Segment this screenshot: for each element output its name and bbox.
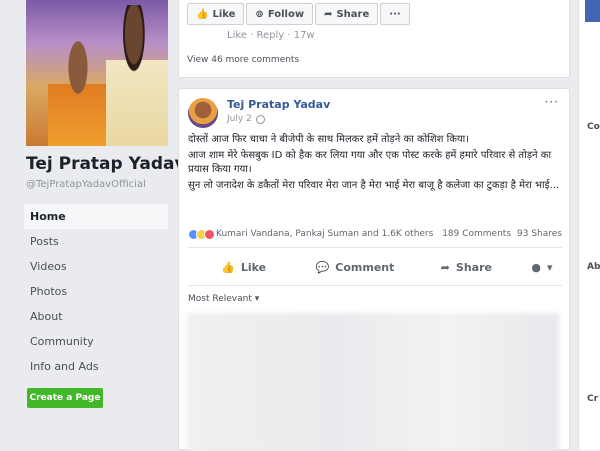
nav-item-home[interactable]: Home	[24, 204, 168, 229]
photo-person-left	[48, 40, 108, 146]
create-page-button[interactable]: Create a Page	[27, 388, 103, 408]
love-reaction-icon	[204, 228, 215, 240]
post-as-selector[interactable]: ● ▾	[522, 261, 562, 274]
comment-label: Comment	[335, 260, 395, 274]
page-action-bar: 👍 Like ⊚ Follow ➦ Share ···	[187, 3, 410, 25]
comment-meta[interactable]: Like · Reply · 17w	[227, 30, 315, 41]
post-date: July 2	[227, 114, 265, 124]
post-author[interactable]: Tej Pratap Yadav	[227, 98, 330, 111]
follow-label: Follow	[267, 8, 305, 20]
divider	[188, 285, 562, 286]
profile-photo[interactable]	[26, 0, 168, 146]
post-text-line: आज शाम मेरे फेसबुक ID को हैक कर लिया गया…	[188, 150, 552, 175]
chevron-down-icon: ▾	[547, 260, 553, 274]
share-icon: ➦	[440, 260, 450, 274]
post-card: Tej Pratap Yadav July 2 ··· दोस्तों आज फ…	[178, 88, 570, 451]
right-section-heading: Ab	[587, 262, 600, 272]
blurred-comments	[187, 313, 559, 451]
post-text-line: दोस्तों आज फिर चाचा ने बीजेपी के साथ मिल…	[188, 134, 470, 145]
thumb-up-icon: 👍	[196, 8, 209, 20]
photo-person-right	[106, 5, 168, 146]
like-label: Like	[212, 8, 236, 20]
globe-icon	[255, 114, 265, 124]
shares-count[interactable]: 93 Shares	[517, 229, 562, 239]
right-column: Co Ab Cr	[578, 0, 600, 450]
page-name-text: Tej Pratap Yadav	[26, 154, 186, 174]
comments-count[interactable]: 189 Comments	[442, 229, 511, 239]
nav-item-info-ads[interactable]: Info and Ads	[24, 354, 168, 379]
divider	[188, 247, 562, 248]
reactions-summary[interactable]: Kumari Vandana, Pankaj Suman and 1.6K ot…	[216, 229, 433, 239]
post-date-text[interactable]: July 2	[227, 114, 252, 124]
nav-item-videos[interactable]: Videos	[24, 254, 168, 279]
nav-item-about[interactable]: About	[24, 304, 168, 329]
avatar[interactable]	[188, 98, 218, 128]
like-page-button[interactable]: 👍 Like	[187, 3, 245, 25]
post-actions: 👍 Like 💬 Comment ➦ Share ● ▾	[188, 253, 562, 281]
reaction-icons[interactable]	[188, 228, 215, 240]
comment-button[interactable]: 💬 Comment	[299, 261, 410, 274]
post-stats: Kumari Vandana, Pankaj Suman and 1.6K ot…	[188, 226, 562, 242]
post-body: दोस्तों आज फिर चाचा ने बीजेपी के साथ मिल…	[188, 133, 562, 195]
view-more-comments-link[interactable]: View 46 more comments	[187, 55, 299, 65]
page-sidebar: Tej Pratap Yadav ✓ @TejPratapYadavOffici…	[0, 0, 204, 450]
page-title: Tej Pratap Yadav ✓	[26, 154, 204, 174]
more-options-button[interactable]: ···	[380, 3, 410, 25]
share-page-button[interactable]: ➦ Share	[315, 3, 379, 25]
right-section-heading: Cr	[587, 394, 599, 404]
post-options-icon[interactable]: ···	[545, 95, 559, 109]
share-button[interactable]: ➦ Share	[411, 261, 522, 274]
like-label: Like	[240, 260, 267, 274]
share-icon: ➦	[324, 8, 333, 20]
page-handle[interactable]: @TejPratapYadavOfficial	[26, 179, 146, 190]
like-button[interactable]: 👍 Like	[188, 261, 299, 274]
right-section-heading: Co	[587, 122, 600, 132]
previous-post-card: 👍 Like ⊚ Follow ➦ Share ··· Like · Reply · …	[178, 0, 570, 78]
main-feed: 👍 Like ⊚ Follow ➦ Share ··· Like · Reply · …	[178, 0, 570, 451]
nav-item-community[interactable]: Community	[24, 329, 168, 354]
share-label: Share	[336, 8, 370, 20]
follow-button[interactable]: ⊚ Follow	[246, 3, 314, 25]
nav-item-posts[interactable]: Posts	[24, 229, 168, 254]
top-bar-corner	[585, 0, 600, 22]
thumb-up-icon: 👍	[221, 260, 235, 274]
nav-item-photos[interactable]: Photos	[24, 279, 168, 304]
rss-icon: ⊚	[255, 8, 264, 20]
post-text-line: सुन लो जनादेश के डकैतों मेरा परिवार मेरा…	[188, 180, 560, 191]
comment-icon: 💬	[315, 260, 330, 274]
comment-sort-dropdown[interactable]: Most Relevant ▾	[188, 294, 259, 304]
page-nav: Home Posts Videos Photos About Community…	[24, 204, 168, 379]
share-label: Share	[455, 260, 492, 274]
mini-avatar-icon: ●	[531, 260, 542, 274]
